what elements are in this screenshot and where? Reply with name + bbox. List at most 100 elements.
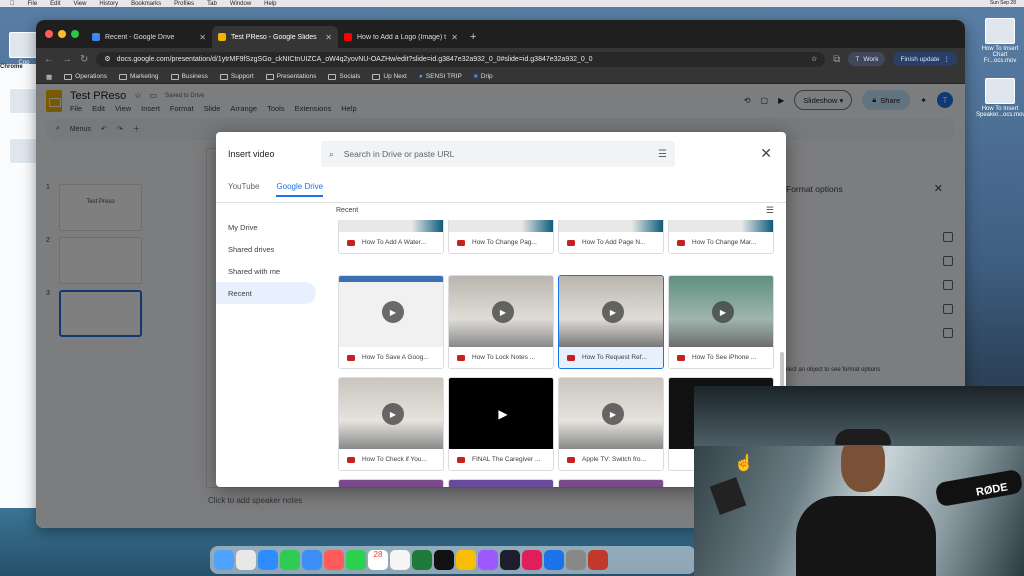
menubar-item-profiles[interactable]: Profiles <box>174 1 194 7</box>
app-store-icon[interactable] <box>544 550 564 570</box>
video-card[interactable]: ▶ Apple TV: Switch fro... <box>558 377 664 471</box>
filter-options-icon[interactable]: ☰ <box>658 149 667 160</box>
extensions-icon[interactable]: ⧉ <box>833 54 840 65</box>
photos-icon[interactable] <box>324 550 344 570</box>
bookmark-socials[interactable]: Socials <box>328 73 360 80</box>
video-card[interactable]: ▶ FINAL The Caregiver ... <box>448 377 554 471</box>
profile-label: Work <box>863 55 879 63</box>
video-card[interactable]: How To Add A Water... <box>338 220 444 254</box>
tab-title: How to Add a Logo (Image) to <box>357 33 447 41</box>
profile-avatar-icon: T <box>855 55 860 63</box>
new-tab-button[interactable]: + <box>470 31 476 43</box>
podcasts-icon[interactable] <box>478 550 498 570</box>
menubar-item-tab[interactable]: Tab <box>207 1 217 7</box>
video-card[interactable] <box>558 479 664 487</box>
apps-grid-icon[interactable]: ▦ <box>46 73 52 81</box>
menubar-item-bookmarks[interactable]: Bookmarks <box>131 1 161 7</box>
desktop-file-2[interactable]: How To Insert Speaker...ocs.mov <box>976 78 1024 118</box>
tab-close-icon[interactable]: ✕ <box>451 33 458 42</box>
calendar-icon[interactable]: 28 <box>368 550 388 570</box>
more-vert-icon: ⋮ <box>943 56 951 63</box>
slack-icon[interactable] <box>522 550 542 570</box>
video-card[interactable]: ▶ How To Check if You... <box>338 377 444 471</box>
video-card[interactable]: ▶ How To Save A Goog... <box>338 275 444 369</box>
bookmark-label: Support <box>230 73 254 80</box>
nav-shared-with-me[interactable]: Shared with me <box>216 260 322 282</box>
menubar-clock[interactable]: Sun Sep 28 <box>990 0 1016 6</box>
video-card[interactable]: How To Add Page N... <box>558 220 664 254</box>
globe-icon: ● <box>418 73 423 80</box>
launchpad-icon[interactable] <box>236 550 256 570</box>
close-window-button[interactable] <box>45 30 53 38</box>
presenter-body <box>796 496 936 576</box>
finish-update-button[interactable]: Finish update ⋮ <box>893 52 957 66</box>
drive-search-input[interactable]: ⌕ Search in Drive or paste URL ☰ <box>321 141 675 167</box>
settings-icon[interactable] <box>566 550 586 570</box>
tab-youtube-source[interactable]: YouTube <box>228 182 259 191</box>
bookmark-presentations[interactable]: Presentations <box>265 73 316 80</box>
bookmark-drip[interactable]: ■ Drip <box>474 73 493 80</box>
bookmark-operations[interactable]: Operations <box>64 73 107 80</box>
zoom-window-button[interactable] <box>71 30 79 38</box>
bookmark-support[interactable]: Support <box>219 73 254 80</box>
profile-button[interactable]: T Work <box>848 52 886 66</box>
video-card[interactable] <box>448 479 554 487</box>
apple-tv-icon[interactable] <box>434 550 454 570</box>
apple-icon[interactable]:  <box>10 1 15 7</box>
facetime-icon[interactable] <box>346 550 366 570</box>
tab-recent-drive[interactable]: Recent - Google Drive ✕ <box>86 26 212 48</box>
bookmark-marketing[interactable]: Marketing <box>118 73 159 80</box>
url-text[interactable]: docs.google.com/presentation/d/1ytrMF9fS… <box>117 56 805 63</box>
safari-icon[interactable] <box>258 550 278 570</box>
address-bar-row: ← → ↻ ⚙ docs.google.com/presentation/d/1… <box>36 48 965 70</box>
tab-close-icon[interactable]: ✕ <box>199 33 206 42</box>
messages-icon[interactable] <box>280 550 300 570</box>
video-card[interactable]: How To Change Mar... <box>668 220 774 254</box>
bookmark-star-icon[interactable]: ☆ <box>811 55 817 63</box>
video-title: How To Save A Goog... <box>362 354 429 361</box>
omnibox[interactable]: ⚙ docs.google.com/presentation/d/1ytrMF9… <box>96 51 826 67</box>
tab-google-drive-source[interactable]: Google Drive <box>276 182 323 197</box>
davinci-icon[interactable] <box>500 550 520 570</box>
folder-icon <box>118 73 127 80</box>
menubar-item-window[interactable]: Window <box>230 1 251 7</box>
close-dialog-button[interactable]: ✕ <box>760 145 772 162</box>
video-file-icon <box>677 239 685 246</box>
mail-icon[interactable] <box>302 550 322 570</box>
app-icon[interactable] <box>588 550 608 570</box>
bookmark-business[interactable]: Business <box>170 73 208 80</box>
video-file-icon <box>457 456 465 463</box>
desktop-file-1[interactable]: How To Insert Chart Fr...ocs.mov <box>976 18 1024 64</box>
play-icon: ▶ <box>498 407 508 421</box>
menubar-item-file[interactable]: File <box>28 1 38 7</box>
finder-icon[interactable] <box>214 550 234 570</box>
video-card[interactable]: How To Change Pag... <box>448 220 554 254</box>
tab-youtube[interactable]: How to Add a Logo (Image) to ✕ <box>338 26 464 48</box>
search-icon: ⌕ <box>329 148 334 159</box>
menubar-item-view[interactable]: View <box>74 1 87 7</box>
video-card-selected[interactable]: ▶ How To Request Ref... <box>558 275 664 369</box>
video-card[interactable]: ▶ How To See iPhone ... <box>668 275 774 369</box>
chrome-icon[interactable] <box>456 550 476 570</box>
nav-shared-drives[interactable]: Shared drives <box>216 238 322 260</box>
video-card[interactable]: ▶ How To Lock Notes ... <box>448 275 554 369</box>
nav-my-drive[interactable]: My Drive <box>216 216 322 238</box>
tab-title: Recent - Google Drive <box>105 33 175 41</box>
minimize-window-button[interactable] <box>58 30 66 38</box>
bookmark-sensi-trip[interactable]: ● SENSI TRIP <box>419 73 462 80</box>
reload-icon[interactable]: ↻ <box>80 54 88 65</box>
nav-recent[interactable]: Recent <box>216 282 316 304</box>
site-info-icon[interactable]: ⚙ <box>104 55 110 63</box>
notes-icon[interactable] <box>390 550 410 570</box>
bookmark-up-next[interactable]: Up Next <box>372 73 407 80</box>
forward-icon[interactable]: → <box>62 54 72 65</box>
excel-icon[interactable] <box>412 550 432 570</box>
menubar-item-history[interactable]: History <box>99 1 118 7</box>
tab-close-icon[interactable]: ✕ <box>325 33 332 42</box>
video-card[interactable] <box>338 479 444 487</box>
menubar-item-help[interactable]: Help <box>264 1 276 7</box>
menubar-item-edit[interactable]: Edit <box>50 1 60 7</box>
back-icon[interactable]: ← <box>44 54 54 65</box>
list-view-icon[interactable]: ☰ <box>766 205 774 216</box>
tab-google-slides[interactable]: Test PReso - Google Slides ✕ <box>212 26 338 48</box>
